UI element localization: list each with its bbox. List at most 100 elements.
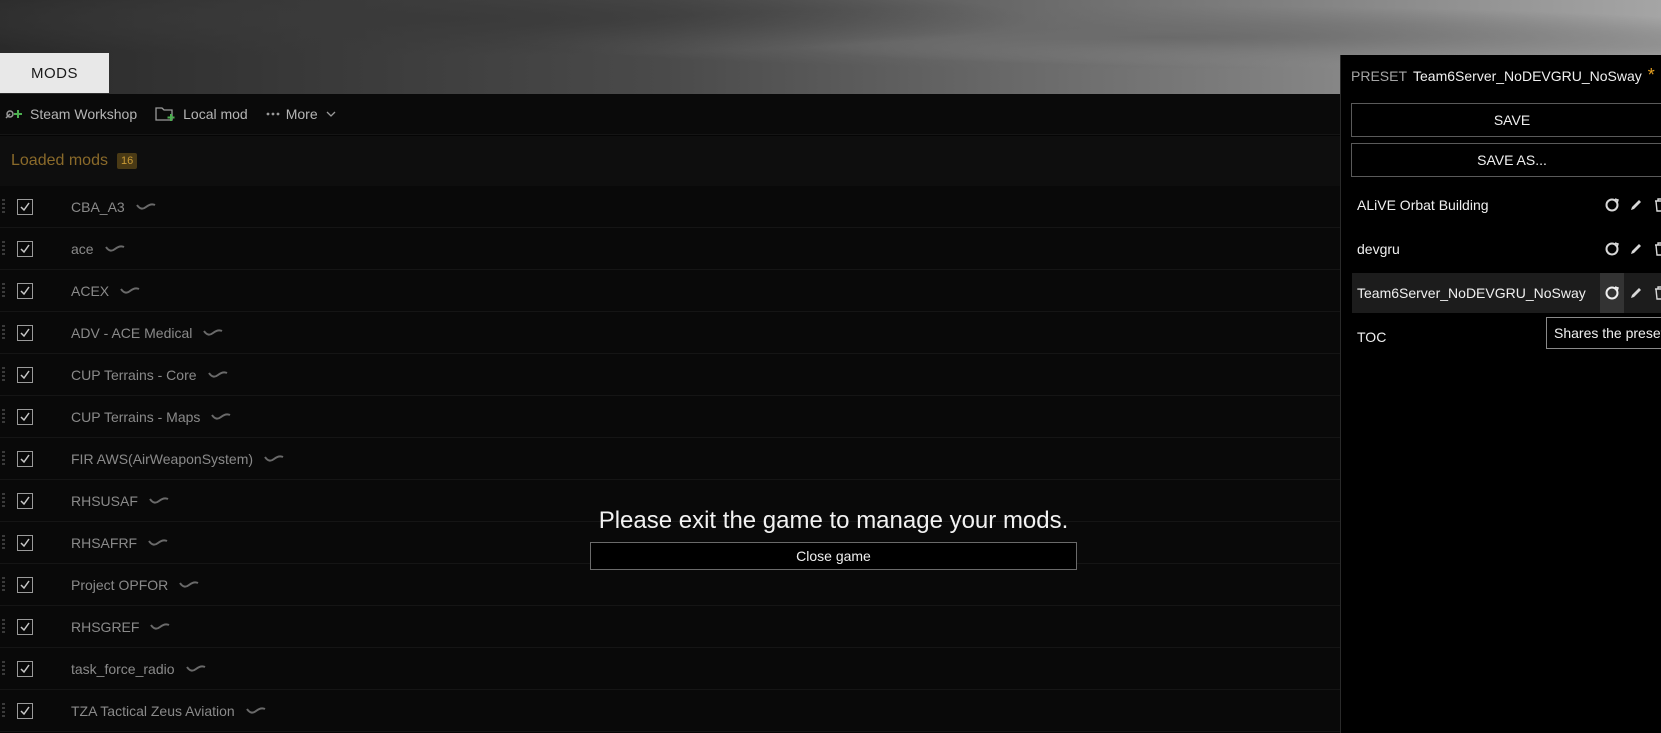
preset-item[interactable]: ALiVE Orbat Building (1352, 185, 1661, 225)
mod-checkbox[interactable] (17, 282, 33, 299)
drag-handle[interactable] (2, 577, 5, 591)
tab-mods[interactable]: MODS (0, 53, 109, 93)
mod-checkbox[interactable] (17, 450, 33, 467)
mod-list: CBA_A3 ace ACEX ADV - ACE Medical CUP Te… (0, 186, 1340, 732)
drag-handle[interactable] (2, 493, 5, 507)
more-menu-button[interactable]: More (266, 106, 344, 122)
checkmark-icon (20, 622, 30, 631)
workshop-icon (185, 664, 205, 672)
mod-checkbox[interactable] (17, 702, 33, 719)
mod-checkbox[interactable] (17, 240, 33, 257)
drag-handle[interactable] (2, 703, 5, 717)
toolbar: Steam Workshop Local mod More (0, 94, 1340, 135)
checkmark-icon (20, 202, 30, 211)
local-mod-label: Local mod (183, 106, 248, 122)
share-sync-icon (1605, 286, 1619, 300)
drag-handle[interactable] (2, 535, 5, 549)
mod-checkbox[interactable] (17, 576, 33, 593)
mod-checkbox[interactable] (17, 366, 33, 383)
mod-row[interactable]: FIR AWS(AirWeaponSystem) (0, 438, 1340, 480)
mod-row[interactable]: ADV - ACE Medical (0, 312, 1340, 354)
preset-current-name: Team6Server_NoDEVGRU_NoSway (1413, 67, 1642, 84)
drag-handle[interactable] (2, 367, 5, 381)
loaded-mods-count-badge: 16 (116, 153, 138, 169)
mod-name: RHSAFRF (71, 534, 138, 551)
chevron-down-icon (326, 111, 336, 117)
drag-handle[interactable] (2, 199, 5, 213)
drag-handle[interactable] (2, 325, 5, 339)
mod-name: CUP Terrains - Maps (71, 408, 201, 425)
drag-handle[interactable] (2, 241, 5, 255)
mod-row[interactable]: TZA Tactical Zeus Aviation (0, 690, 1340, 732)
share-tooltip: Shares the preset (1546, 317, 1661, 349)
preset-panel: PRESET Team6Server_NoDEVGRU_NoSway * SAV… (1340, 55, 1661, 733)
workshop-icon (149, 496, 169, 504)
mod-checkbox[interactable] (17, 324, 33, 341)
mod-row[interactable]: CBA_A3 (0, 186, 1340, 228)
steam-workshop-icon (5, 110, 22, 119)
rename-button[interactable] (1624, 273, 1648, 313)
mod-name: RHSUSAF (71, 492, 138, 509)
loaded-mods-title: Loaded mods (11, 152, 108, 169)
rename-button[interactable] (1624, 229, 1648, 269)
mod-name: ADV - ACE Medical (71, 324, 193, 341)
share-button[interactable] (1600, 229, 1624, 269)
pencil-icon (1631, 288, 1641, 298)
mod-row[interactable]: CUP Terrains - Maps (0, 396, 1340, 438)
checkmark-icon (20, 370, 30, 379)
drag-handle[interactable] (2, 409, 5, 423)
share-button[interactable] (1600, 185, 1624, 225)
workshop-icon (207, 370, 227, 378)
local-mod-button[interactable]: Local mod (155, 106, 248, 122)
preset-item[interactable]: devgru (1352, 229, 1661, 269)
mod-row[interactable]: ACEX (0, 270, 1340, 312)
pencil-icon (1631, 244, 1641, 254)
loaded-mods-header: Loaded mods 16 (0, 136, 1340, 186)
preset-item-name: Team6Server_NoDEVGRU_NoSway (1357, 285, 1586, 301)
rename-button[interactable] (1624, 185, 1648, 225)
preset-selector[interactable]: PRESET Team6Server_NoDEVGRU_NoSway * (1351, 65, 1661, 86)
save-as-button[interactable]: SAVE AS... (1351, 143, 1661, 177)
mod-checkbox[interactable] (17, 492, 33, 509)
trash-icon (1655, 286, 1661, 300)
mod-name: CUP Terrains - Core (71, 366, 197, 383)
preset-item-active[interactable]: Team6Server_NoDEVGRU_NoSway (1352, 273, 1661, 313)
drag-handle[interactable] (2, 661, 5, 675)
mod-row[interactable]: RHSGREF (0, 606, 1340, 648)
mod-name: FIR AWS(AirWeaponSystem) (71, 450, 254, 467)
share-sync-icon (1605, 242, 1619, 256)
mod-checkbox[interactable] (17, 660, 33, 677)
delete-button[interactable] (1648, 229, 1661, 269)
mod-row[interactable]: CUP Terrains - Core (0, 354, 1340, 396)
checkmark-icon (20, 580, 30, 589)
drag-handle[interactable] (2, 619, 5, 633)
delete-button[interactable] (1648, 185, 1661, 225)
mod-checkbox[interactable] (17, 534, 33, 551)
drag-handle[interactable] (2, 283, 5, 297)
mod-checkbox[interactable] (17, 198, 33, 215)
mod-row[interactable]: task_force_radio (0, 648, 1340, 690)
checkmark-icon (20, 244, 30, 253)
pencil-icon (1631, 200, 1641, 210)
close-game-button[interactable]: Close game (590, 542, 1077, 570)
delete-button[interactable] (1648, 273, 1661, 313)
steam-workshop-button[interactable]: Steam Workshop (4, 106, 137, 122)
checkmark-icon (20, 538, 30, 547)
mod-name: CBA_A3 (71, 198, 125, 215)
mod-row[interactable]: ace (0, 228, 1340, 270)
mod-name: ACEX (71, 282, 110, 299)
mod-row[interactable]: Project OPFOR (0, 564, 1340, 606)
checkmark-icon (20, 412, 30, 421)
share-button[interactable] (1600, 273, 1624, 313)
mod-checkbox[interactable] (17, 618, 33, 635)
workshop-icon (150, 622, 170, 630)
save-button[interactable]: SAVE (1351, 103, 1661, 137)
workshop-icon (203, 328, 223, 336)
modified-marker: * (1647, 65, 1655, 85)
drag-handle[interactable] (2, 451, 5, 465)
mod-checkbox[interactable] (17, 408, 33, 425)
checkmark-icon (20, 664, 30, 673)
workshop-icon (179, 580, 199, 588)
mod-name: TZA Tactical Zeus Aviation (71, 702, 235, 719)
folder-add-icon (155, 107, 175, 121)
